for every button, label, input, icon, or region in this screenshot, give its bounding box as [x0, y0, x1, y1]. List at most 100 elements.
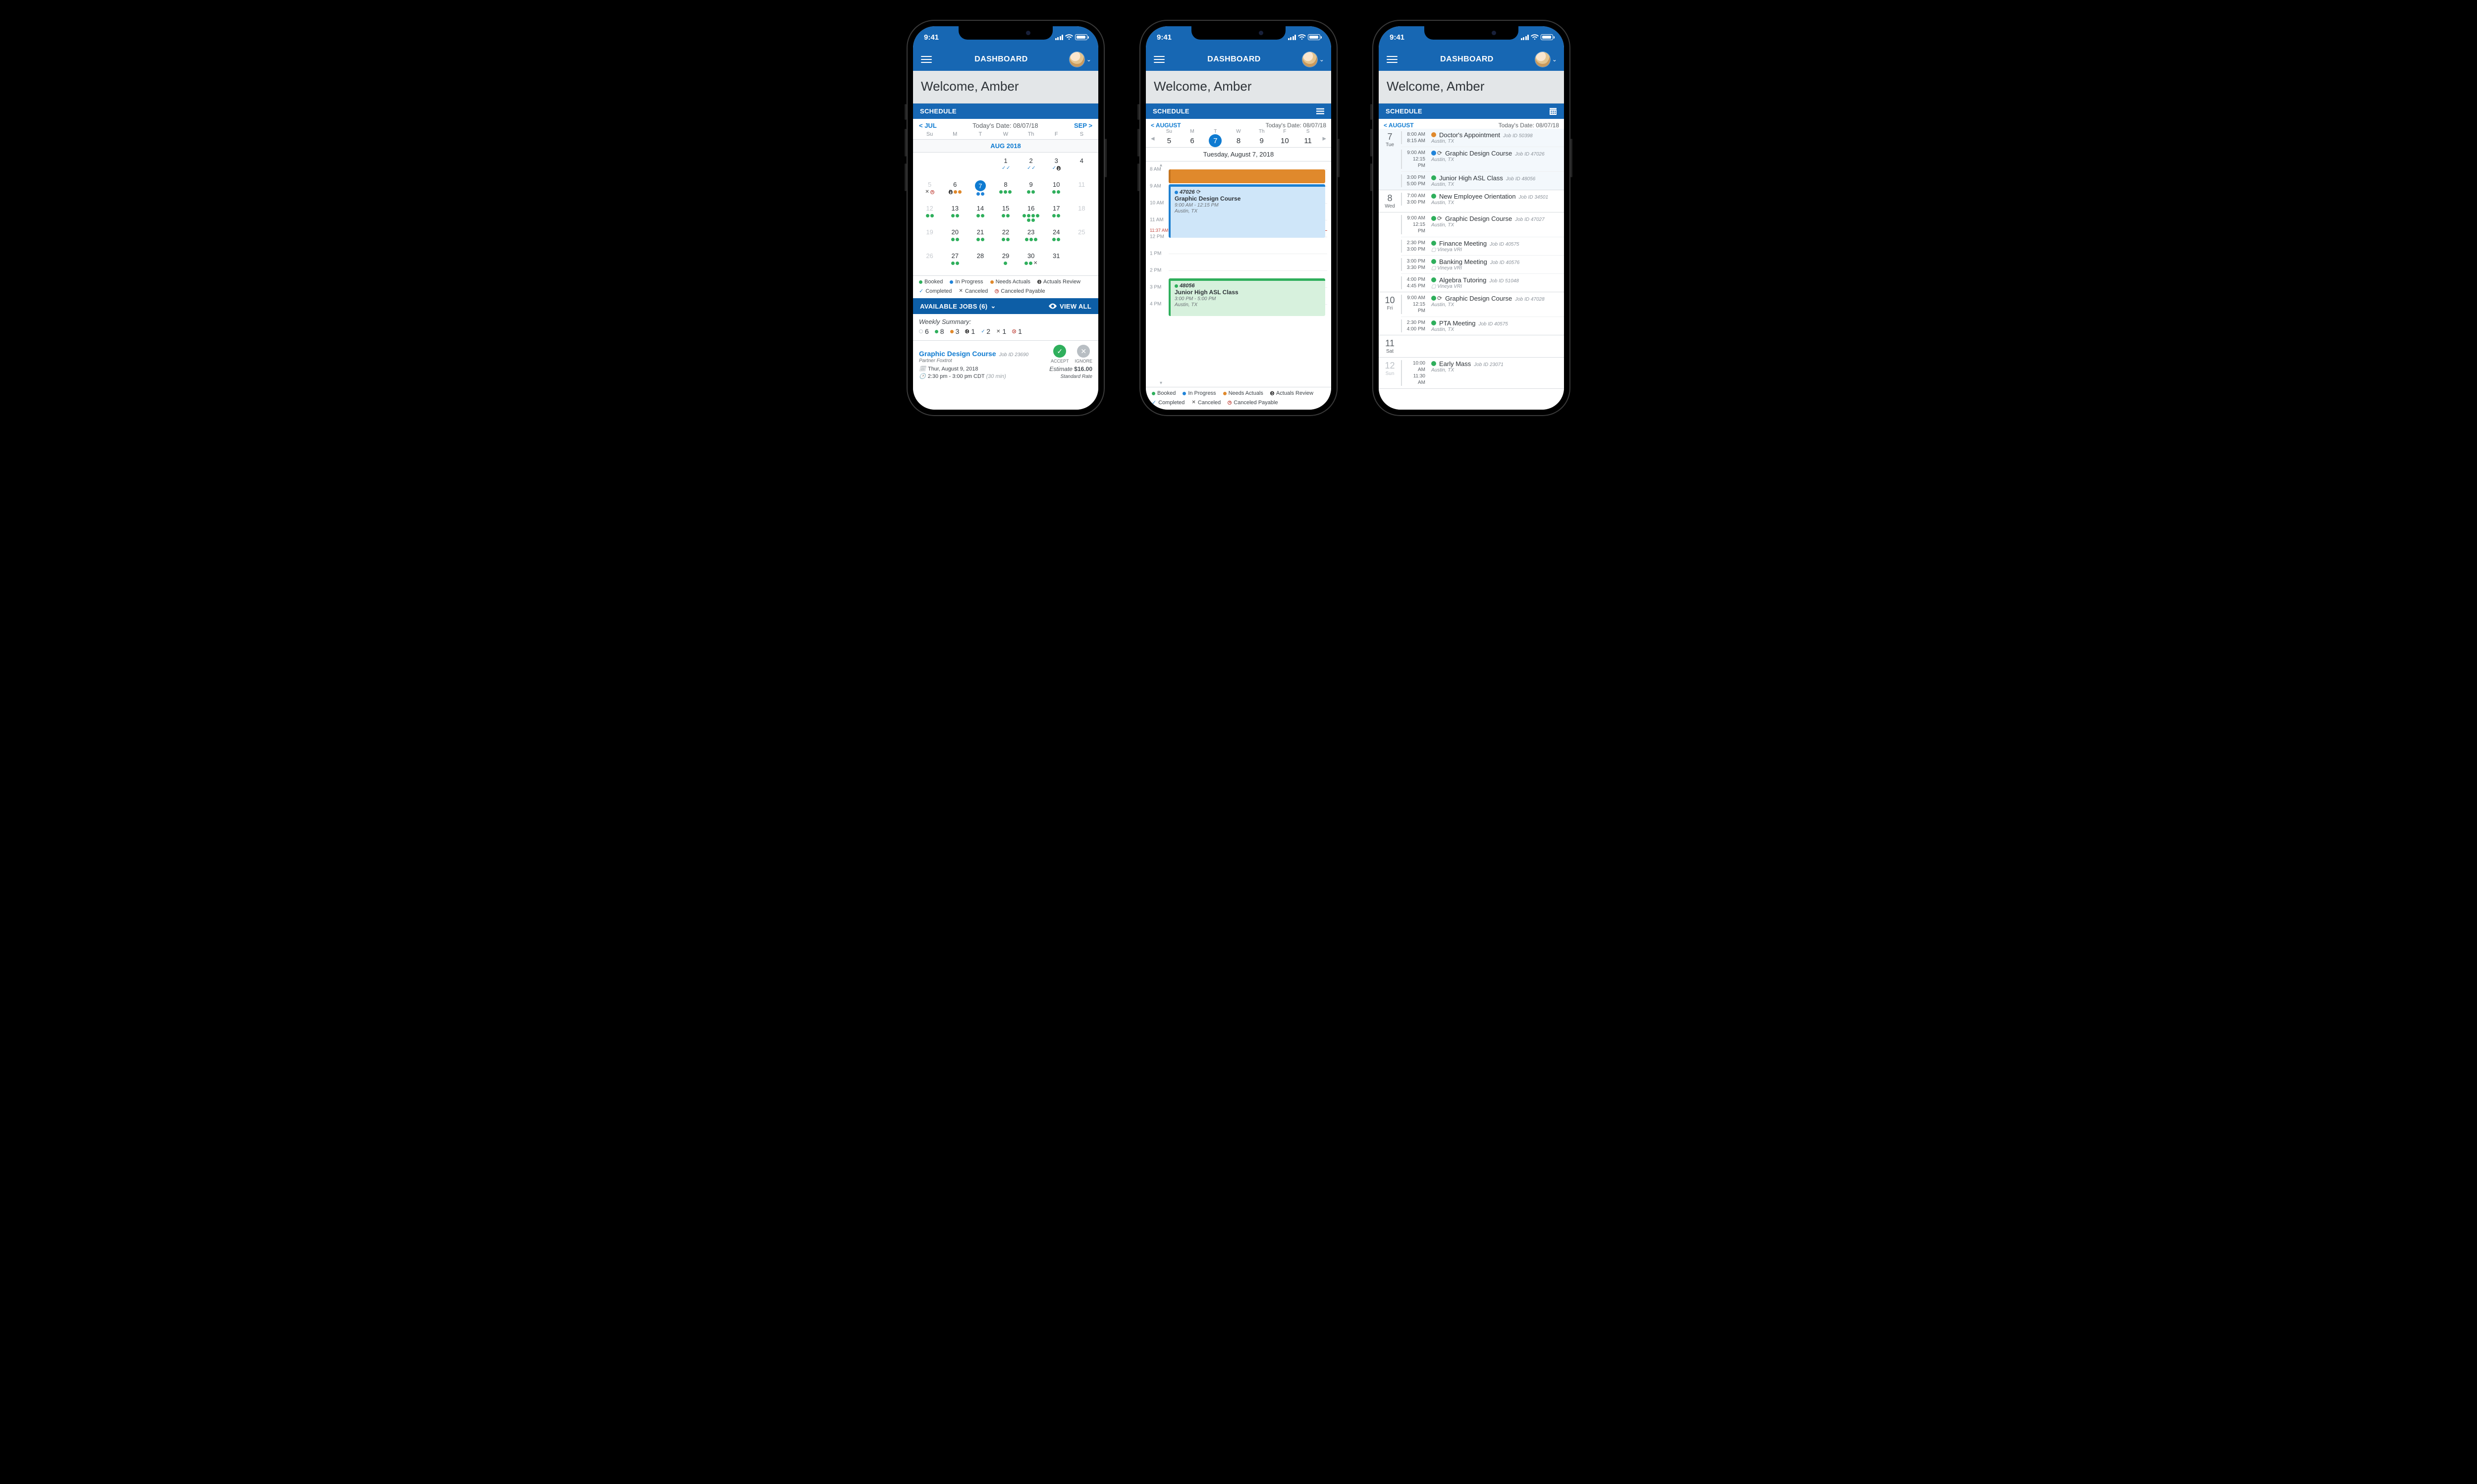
page-title: DASHBOARD: [1207, 55, 1261, 64]
clock-icon: 🕑: [919, 373, 926, 379]
calendar-day[interactable]: 28: [968, 250, 993, 273]
calendar-icon: 🗓: [919, 366, 926, 372]
profile-menu[interactable]: ⌄: [1535, 52, 1557, 67]
calendar-day[interactable]: 26: [917, 250, 942, 273]
agenda-item[interactable]: 2:30 PM4:00 PM PTA Meeting Job ID 40575A…: [1401, 317, 1564, 335]
weekday-column[interactable]: F10: [1273, 129, 1296, 147]
calendar-day[interactable]: 31: [1044, 250, 1069, 273]
calendar-day[interactable]: 18: [1069, 202, 1094, 226]
agenda-item[interactable]: 3:00 PM3:30 PM Banking Meeting Job ID 40…: [1401, 256, 1564, 274]
ignore-button[interactable]: ✕IGNORE: [1075, 345, 1092, 364]
menu-button[interactable]: [1153, 53, 1166, 66]
calendar-day[interactable]: 15: [993, 202, 1018, 226]
weekday-column[interactable]: Su5: [1158, 129, 1181, 147]
prev-month-button[interactable]: < JUL: [919, 122, 937, 129]
profile-menu[interactable]: ⌄: [1070, 52, 1091, 67]
calendar-day[interactable]: 19: [917, 226, 942, 250]
week-strip[interactable]: ◂ Su5M6T7W8Th9F10S11 ▸: [1146, 129, 1331, 147]
weekly-summary-label: Weekly Summary:: [919, 318, 1092, 325]
calendar-day[interactable]: 14: [968, 202, 993, 226]
agenda-item[interactable]: 9:00 AM12:15 PM⟳ Graphic Design Course J…: [1401, 147, 1564, 172]
calendar-day[interactable]: 24: [1044, 226, 1069, 250]
agenda-item[interactable]: 9:00 AM12:15 PM⟳ Graphic Design Course J…: [1401, 292, 1564, 317]
calendar-day[interactable]: 5✕✕: [917, 178, 942, 202]
day-of-week-header: SuMTWThFS: [913, 130, 1098, 139]
agenda-item[interactable]: 4:00 PM4:45 PM Algebra Tutoring Job ID 5…: [1401, 274, 1564, 292]
avatar: [1070, 52, 1084, 67]
stage: 9:41 DASHBOARD ⌄ Welcome, Amber SCHEDULE…: [0, 0, 2477, 1484]
calendar-day[interactable]: 10: [1044, 178, 1069, 202]
calendar-day[interactable]: 12: [917, 202, 942, 226]
agenda-item[interactable]: 2:30 PM3:00 PM Finance Meeting Job ID 40…: [1401, 237, 1564, 256]
view-all-button[interactable]: VIEW ALL: [1049, 303, 1091, 310]
agenda-item[interactable]: 7:00 AM3:00 PM New Employee Orientation …: [1401, 190, 1564, 208]
calendar-day[interactable]: [942, 155, 968, 178]
agenda-item[interactable]: 10:00 AM11:30 AM Early Mass Job ID 23071…: [1401, 358, 1564, 388]
week-prev-button[interactable]: ◂: [1148, 131, 1158, 146]
agenda-list[interactable]: 7Tue8:00 AM8:15 AM Doctor's Appointment …: [1379, 129, 1564, 410]
weekday-column[interactable]: W8: [1227, 129, 1250, 147]
calendar-day[interactable]: 16: [1019, 202, 1044, 226]
agenda-item[interactable]: 3:00 PM5:00 PM Junior High ASL Class Job…: [1401, 172, 1564, 190]
calendar-day[interactable]: 3✓R: [1044, 155, 1069, 178]
weekday-column[interactable]: Th9: [1250, 129, 1273, 147]
agenda-item[interactable]: 8:00 AM8:15 AM Doctor's Appointment Job …: [1401, 129, 1564, 147]
prev-month-button[interactable]: < AUGUST: [1384, 122, 1414, 129]
calendar-day[interactable]: 2✓✓: [1019, 155, 1044, 178]
calendar-day[interactable]: 23: [1019, 226, 1044, 250]
next-month-button[interactable]: SEP >: [1074, 122, 1092, 129]
calendar-day[interactable]: 4: [1069, 155, 1094, 178]
calendar-day[interactable]: 20: [942, 226, 968, 250]
calendar-grid[interactable]: 1✓✓2✓✓3✓R4 5✕✕6R7891011 12131415161718 1920…: [913, 153, 1098, 275]
menu-button[interactable]: [920, 53, 933, 66]
week-next-button[interactable]: ▸: [1319, 131, 1329, 146]
calendar-day[interactable]: 29: [993, 250, 1018, 273]
weekday-column[interactable]: T7: [1204, 129, 1227, 147]
weekday-column[interactable]: S11: [1296, 129, 1320, 147]
agenda-item[interactable]: 9:00 AM12:15 PM⟳ Graphic Design Course J…: [1401, 212, 1564, 237]
job-card[interactable]: Graphic Design Course Job ID 23690 Partn…: [913, 340, 1098, 380]
list-view-icon[interactable]: [1316, 108, 1324, 115]
calendar-day[interactable]: [1069, 250, 1094, 273]
accept-button[interactable]: ✓ACCEPT: [1051, 345, 1069, 364]
available-jobs-header[interactable]: AVAILABLE JOBS (6)⌄ VIEW ALL: [913, 298, 1098, 314]
calendar-day[interactable]: 7: [968, 178, 993, 202]
calendar-day[interactable]: 17: [1044, 202, 1069, 226]
phone-month: 9:41 DASHBOARD ⌄ Welcome, Amber SCHEDULE…: [907, 20, 1105, 416]
calendar-grid-icon[interactable]: [1549, 108, 1557, 115]
phone-agenda: 9:41 DASHBOARD ⌄ Welcome, Amber SCHEDULE…: [1372, 20, 1570, 416]
scroll-down-icon[interactable]: ▾: [1160, 380, 1162, 386]
page-title: DASHBOARD: [1440, 55, 1494, 64]
schedule-header: SCHEDULE: [913, 104, 1098, 119]
calendar-day[interactable]: 30✕: [1019, 250, 1044, 273]
event-block[interactable]: [1169, 169, 1325, 183]
menu-button[interactable]: [1386, 53, 1399, 66]
job-id: Job ID 23690: [999, 352, 1029, 358]
agenda-day: 8Wed7:00 AM3:00 PM New Employee Orientat…: [1379, 190, 1564, 212]
calendar-day[interactable]: 9: [1019, 178, 1044, 202]
calendar-day[interactable]: 8: [993, 178, 1018, 202]
today-date-label: Today's Date: 08/07/18: [972, 122, 1038, 129]
calendar-day[interactable]: 22: [993, 226, 1018, 250]
calendar-day[interactable]: 25: [1069, 226, 1094, 250]
event-block[interactable]: 48056Junior High ASL Class3:00 PM - 5:00…: [1169, 278, 1325, 316]
welcome-text: Welcome, Amber: [1146, 71, 1331, 104]
calendar-day[interactable]: 6R: [942, 178, 968, 202]
profile-menu[interactable]: ⌄: [1302, 52, 1324, 67]
calendar-day[interactable]: 21: [968, 226, 993, 250]
legend: Booked In Progress Needs Actuals RActual…: [1146, 387, 1331, 410]
calendar-day[interactable]: 11: [1069, 178, 1094, 202]
calendar-day[interactable]: [968, 155, 993, 178]
event-block[interactable]: 47026 ⟳Graphic Design Course9:00 AM - 12…: [1169, 184, 1325, 238]
calendar-day[interactable]: 27: [942, 250, 968, 273]
day-title: Tuesday, August 7, 2018: [1146, 147, 1331, 161]
calendar-day[interactable]: 1✓✓: [993, 155, 1018, 178]
calendar-day[interactable]: [917, 155, 942, 178]
today-date-label: Today's Date: 08/07/18: [1266, 122, 1326, 129]
chevron-down-icon: ⌄: [1086, 56, 1091, 63]
timeline[interactable]: ▴ ▾ 8 AM9 AM10 AM11 AM12 PM1 PM2 PM3 PM4…: [1146, 161, 1331, 387]
weekday-column[interactable]: M6: [1181, 129, 1204, 147]
calendar-day[interactable]: 13: [942, 202, 968, 226]
prev-month-button[interactable]: < AUGUST: [1151, 122, 1181, 129]
status-time: 9:41: [1390, 33, 1404, 42]
